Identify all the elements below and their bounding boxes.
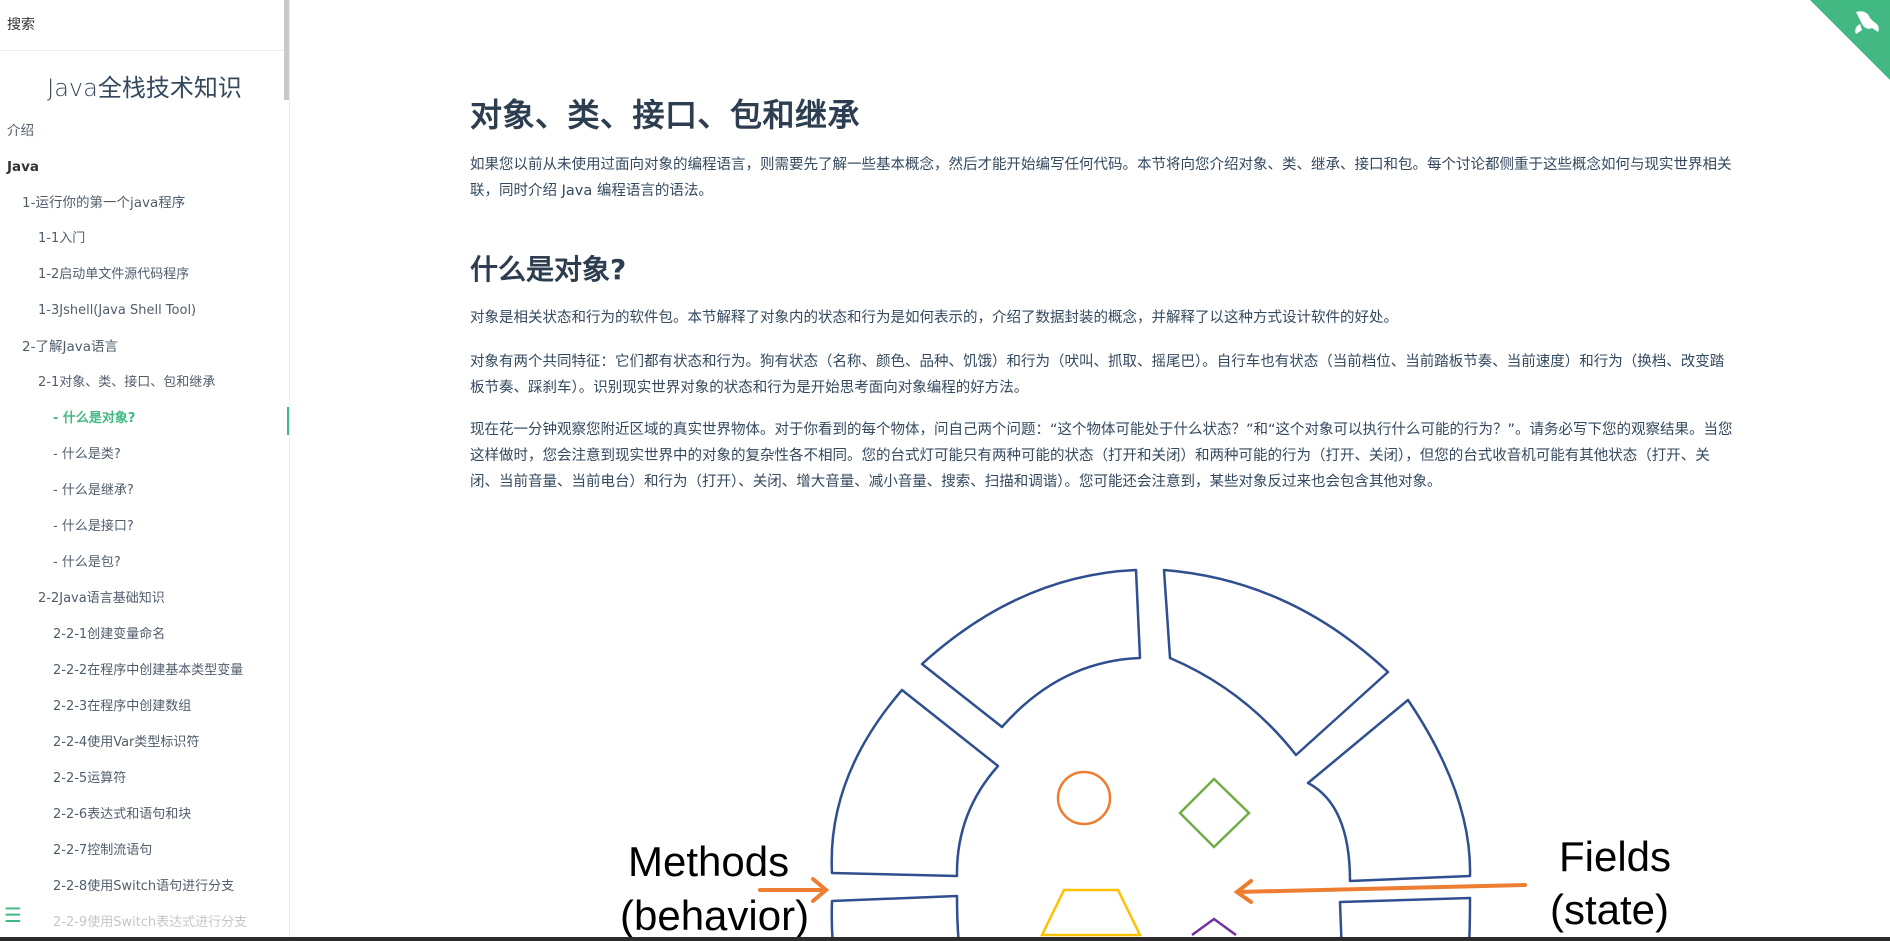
sidebar-item-intro[interactable]: 介绍	[0, 113, 289, 149]
search-input[interactable]	[7, 17, 282, 33]
field-segment	[1338, 896, 1472, 941]
search-bar	[0, 0, 289, 51]
paragraph: 现在花一分钟观察您附近区域的真实世界物体。对于你看到的每个物体，问自己两个问题：…	[470, 422, 1733, 490]
triangle-shape	[1191, 917, 1237, 937]
fields-label: Fields	[1559, 833, 1671, 880]
sidebar-item-learn-java[interactable]: 2-了解Java语言	[0, 329, 289, 365]
hexagon-shape	[1039, 888, 1143, 937]
sidebar-section-java: Java	[7, 159, 40, 175]
sidebar-item-control-flow[interactable]: 2-2-7控制流语句	[0, 833, 289, 869]
field-segment	[1162, 568, 1390, 757]
sidebar-item-operators[interactable]: 2-2-5运算符	[0, 761, 289, 797]
state-label: (state)	[1550, 886, 1669, 933]
field-segment	[1306, 698, 1472, 883]
paragraph: 对象有两个共同特征：它们都有状态和行为。狗有状态（名称、颜色、品种、饥饿）和行为…	[470, 354, 1725, 396]
sidebar-item-switch-statement[interactable]: 2-2-8使用Switch语句进行分支	[0, 869, 289, 905]
behavior-label: (behavior)	[620, 892, 809, 939]
sidebar-item-language-basics[interactable]: 2-2Java语言基础知识	[0, 581, 289, 617]
methods-label: Methods	[628, 838, 789, 885]
sidebar: Java全栈技术知识 介绍 Java 1-运行你的第一个java程序 1-1入门…	[0, 0, 290, 941]
sidebar-item-run-first-program[interactable]: 1-运行你的第一个java程序	[0, 185, 289, 221]
sidebar-item-objects-classes[interactable]: 2-1对象、类、接口、包和继承	[0, 365, 289, 401]
section-title: 什么是对象?	[470, 253, 627, 286]
sidebar-scrollbar[interactable]	[284, 0, 289, 100]
sidebar-item-var-identifier[interactable]: 2-2-4使用Var类型标识符	[0, 725, 289, 761]
sidebar-item-what-is-package[interactable]: - 什么是包?	[0, 545, 289, 581]
circle-shape	[1056, 770, 1112, 826]
diamond-shape	[1178, 777, 1251, 849]
sidebar-item-arrays[interactable]: 2-2-3在程序中创建数组	[0, 689, 289, 725]
paragraph: 对象是相关状态和行为的软件包。本节解释了对象内的状态和行为是如何表示的，介绍了数…	[470, 310, 1398, 326]
fields-arrow	[1235, 883, 1527, 894]
sidebar-item-what-is-interface[interactable]: - 什么是接口?	[0, 509, 289, 545]
sidebar-item-switch-expression[interactable]: 2-2-9使用Switch表达式进行分支	[0, 905, 289, 941]
intro-paragraph: 如果您以前从未使用过面向对象的编程语言，则需要先了解一些基本概念，然后才能开始编…	[470, 157, 1732, 199]
github-corner[interactable]	[1810, 0, 1890, 80]
bottom-border	[0, 937, 1890, 941]
sidebar-item-primitive-variables[interactable]: 2-2-2在程序中创建基本类型变量	[0, 653, 289, 689]
method-segment	[830, 688, 1000, 878]
sidebar-item-getting-started[interactable]: 1-1入门	[0, 221, 289, 257]
sidebar-nav: 介绍 Java 1-运行你的第一个java程序 1-1入门 1-2启动单文件源代…	[0, 113, 289, 941]
sidebar-item-single-file-source[interactable]: 1-2启动单文件源代码程序	[0, 257, 289, 293]
object-diagram: Methods (behavior) Fields (state)	[620, 568, 1671, 941]
sidebar-item-variable-naming[interactable]: 2-2-1创建变量命名	[0, 617, 289, 653]
app-name[interactable]: Java全栈技术知识	[0, 71, 289, 105]
menu-icon[interactable]: ☰	[4, 906, 22, 926]
sidebar-item-what-is-inheritance[interactable]: - 什么是继承?	[0, 473, 289, 509]
sidebar-item-what-is-class[interactable]: - 什么是类?	[0, 437, 289, 473]
method-segment	[830, 894, 960, 941]
sidebar-item-jshell[interactable]: 1-3Jshell(Java Shell Tool)	[0, 293, 289, 329]
sidebar-item-what-is-object[interactable]: - 什么是对象?	[0, 401, 289, 437]
page-title: 对象、类、接口、包和继承	[470, 96, 861, 134]
field-segment	[920, 568, 1142, 729]
sidebar-item-expressions[interactable]: 2-2-6表达式和语句和块	[0, 797, 289, 833]
